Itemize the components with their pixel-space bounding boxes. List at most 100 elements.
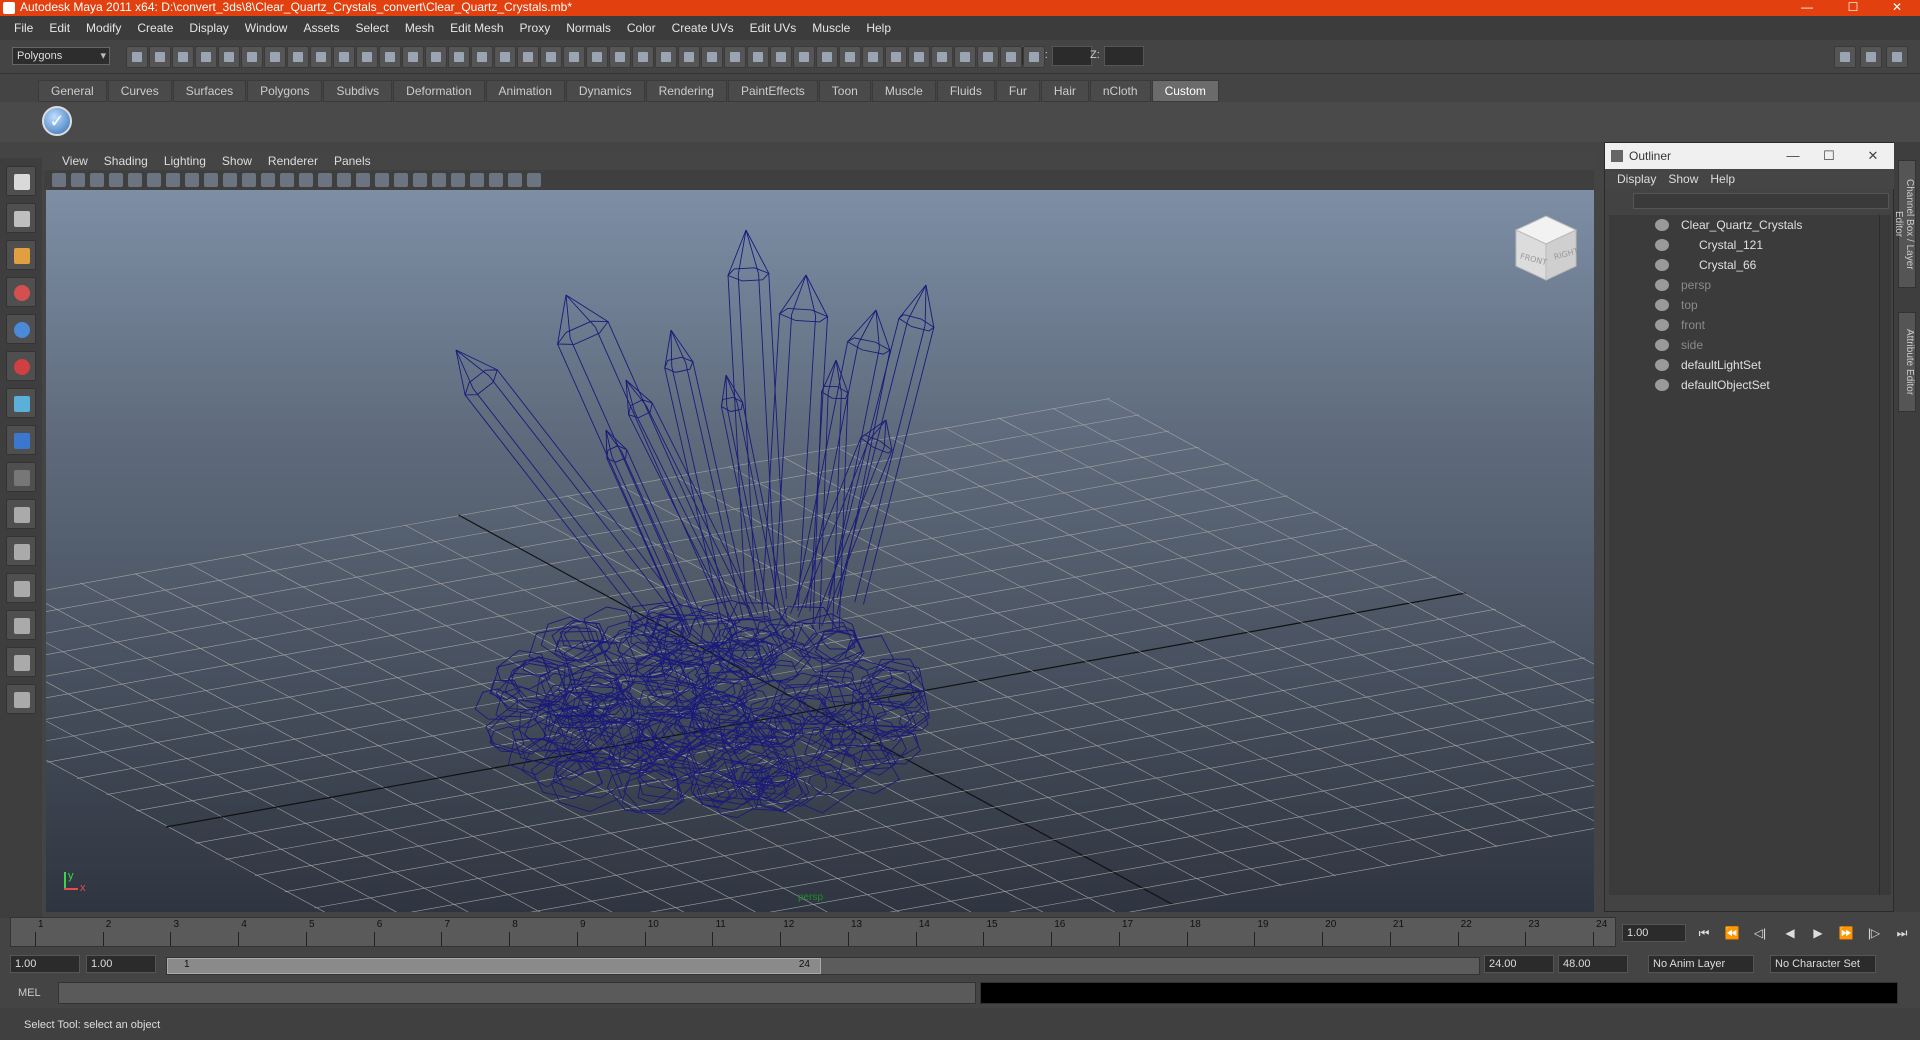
- animation-start-field[interactable]: 1.00: [10, 955, 80, 973]
- z-input[interactable]: [1104, 46, 1144, 66]
- outliner-filter-input[interactable]: [1633, 193, 1889, 209]
- status-line-button[interactable]: [747, 46, 769, 68]
- status-line-button[interactable]: [379, 46, 401, 68]
- lasso-tool-button[interactable]: [6, 203, 36, 233]
- status-line-button[interactable]: [494, 46, 516, 68]
- viewport-persp[interactable]: FRONT RIGHT y x persp: [46, 190, 1594, 912]
- viewport-menu-panels[interactable]: Panels: [326, 154, 379, 168]
- viewport-menu-show[interactable]: Show: [214, 154, 260, 168]
- status-line-button[interactable]: [839, 46, 861, 68]
- status-line-button[interactable]: [356, 46, 378, 68]
- outliner-menu-show[interactable]: Show: [1662, 172, 1704, 186]
- status-line-button[interactable]: [908, 46, 930, 68]
- viewport-tool-icon[interactable]: [337, 173, 351, 187]
- status-line-button[interactable]: [287, 46, 309, 68]
- time-slider[interactable]: 1 2 3 4 5 6 7 8 9 10 11 12 13 14 15 16 17 18 19 20 21 22 23 24: [10, 917, 1616, 947]
- animation-end-field[interactable]: 48.00: [1558, 955, 1628, 973]
- anim-layer-selector[interactable]: No Anim Layer: [1648, 955, 1754, 973]
- status-line-button[interactable]: [701, 46, 723, 68]
- mel-command-input[interactable]: [58, 982, 976, 1004]
- outliner-scrollbar[interactable]: [1879, 215, 1891, 895]
- range-slider-handle[interactable]: 1 24: [167, 958, 821, 974]
- viewport-tool-icon[interactable]: [394, 173, 408, 187]
- status-line-button[interactable]: [241, 46, 263, 68]
- viewport-tool-icon[interactable]: [508, 173, 522, 187]
- status-line-button[interactable]: [931, 46, 953, 68]
- shelf-tab-fur[interactable]: Fur: [995, 80, 1040, 102]
- status-line-button[interactable]: [195, 46, 217, 68]
- status-line-button[interactable]: [816, 46, 838, 68]
- shelf-tab-animation[interactable]: Animation: [485, 80, 565, 102]
- menu-window[interactable]: Window: [237, 21, 296, 35]
- layout-hypershade-button[interactable]: [6, 647, 36, 677]
- playback-end-field[interactable]: 24.00: [1484, 955, 1554, 973]
- outliner-maximize-button[interactable]: ☐: [1811, 143, 1847, 169]
- shelf-tab-fluids[interactable]: Fluids: [936, 80, 995, 102]
- status-line-button[interactable]: [586, 46, 608, 68]
- shelf-tab-surfaces[interactable]: Surfaces: [172, 80, 247, 102]
- outliner-item[interactable]: persp: [1609, 275, 1869, 295]
- viewport-tool-icon[interactable]: [470, 173, 484, 187]
- shelf-tab-painteffects[interactable]: PaintEffects: [727, 80, 818, 102]
- status-line-button[interactable]: [448, 46, 470, 68]
- status-line-button[interactable]: [724, 46, 746, 68]
- checkmark-icon[interactable]: ✓: [42, 106, 72, 136]
- viewport-tool-icon[interactable]: [432, 173, 446, 187]
- viewport-tool-icon[interactable]: [147, 173, 161, 187]
- status-line-button[interactable]: [333, 46, 355, 68]
- step-forward-key-icon[interactable]: ⏩: [1836, 924, 1856, 942]
- status-line-button[interactable]: [172, 46, 194, 68]
- viewport-tool-icon[interactable]: [223, 173, 237, 187]
- shelf-tab-polygons[interactable]: Polygons: [247, 80, 323, 102]
- menu-normals[interactable]: Normals: [558, 21, 619, 35]
- panel-toggle-button[interactable]: [1886, 46, 1908, 68]
- outliner-item[interactable]: side: [1609, 335, 1869, 355]
- viewport-tool-icon[interactable]: [128, 173, 142, 187]
- viewport-tool-icon[interactable]: [204, 173, 218, 187]
- status-line-button[interactable]: [632, 46, 654, 68]
- range-slider[interactable]: 1 24: [166, 957, 1480, 975]
- layout-uv-button[interactable]: [6, 684, 36, 714]
- soft-mod-button[interactable]: [6, 425, 36, 455]
- status-line-button[interactable]: [218, 46, 240, 68]
- outliner-item[interactable]: Crystal_121: [1609, 235, 1869, 255]
- status-line-button[interactable]: [770, 46, 792, 68]
- viewport-menu-view[interactable]: View: [54, 154, 96, 168]
- shelf-tab-ncloth[interactable]: nCloth: [1089, 80, 1151, 102]
- viewport-tool-icon[interactable]: [413, 173, 427, 187]
- mel-label[interactable]: MEL: [18, 984, 58, 1002]
- status-line-button[interactable]: [977, 46, 999, 68]
- viewport-menu-shading[interactable]: Shading: [96, 154, 156, 168]
- status-line-button[interactable]: [517, 46, 539, 68]
- menu-file[interactable]: File: [6, 21, 41, 35]
- viewport-tool-icon[interactable]: [242, 173, 256, 187]
- viewport-tool-icon[interactable]: [90, 173, 104, 187]
- step-forward-frame-icon[interactable]: |▷: [1864, 924, 1884, 942]
- status-line-button[interactable]: [678, 46, 700, 68]
- status-line-button[interactable]: [655, 46, 677, 68]
- select-tool-button[interactable]: [6, 166, 36, 196]
- play-backward-icon[interactable]: ◀: [1780, 924, 1800, 942]
- scale-tool-button[interactable]: [6, 351, 36, 381]
- outliner-item[interactable]: Clear_Quartz_Crystals: [1609, 215, 1869, 235]
- go-to-end-icon[interactable]: ⏭: [1892, 924, 1912, 942]
- playback-start-field[interactable]: 1.00: [86, 955, 156, 973]
- status-line-button[interactable]: [609, 46, 631, 68]
- viewport-tool-icon[interactable]: [527, 173, 541, 187]
- view-cube[interactable]: FRONT RIGHT: [1506, 208, 1586, 288]
- maximize-button[interactable]: ☐: [1830, 0, 1876, 16]
- step-back-key-icon[interactable]: ⏪: [1722, 924, 1742, 942]
- outliner-item[interactable]: defaultLightSet: [1609, 355, 1869, 375]
- status-line-button[interactable]: [540, 46, 562, 68]
- status-line-button[interactable]: [954, 46, 976, 68]
- y-input[interactable]: [1052, 46, 1092, 66]
- outliner-item[interactable]: top: [1609, 295, 1869, 315]
- status-line-button[interactable]: [310, 46, 332, 68]
- outliner-menu-help[interactable]: Help: [1704, 172, 1741, 186]
- menu-display[interactable]: Display: [181, 21, 236, 35]
- menu-assets[interactable]: Assets: [295, 21, 347, 35]
- status-line-button[interactable]: [1000, 46, 1022, 68]
- viewport-tool-icon[interactable]: [109, 173, 123, 187]
- shelf-tab-subdivs[interactable]: Subdivs: [323, 80, 393, 102]
- menu-create-uvs[interactable]: Create UVs: [664, 21, 742, 35]
